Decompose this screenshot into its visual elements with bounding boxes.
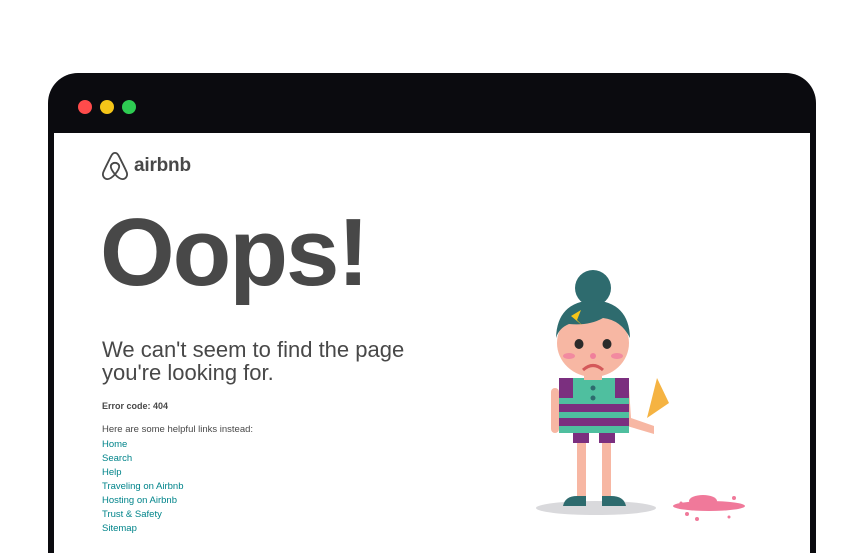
page-subtitle: We can't seem to find the page you're lo… [102, 337, 405, 385]
link-search[interactable]: Search [102, 453, 132, 464]
list-item: Help [102, 464, 184, 478]
helpful-links-list: Home Search Help Traveling on Airbnb Hos… [102, 436, 184, 534]
logo-wordmark: airbnb [134, 155, 191, 176]
link-hosting[interactable]: Hosting on Airbnb [102, 495, 177, 506]
airbnb-belo-icon [102, 151, 128, 181]
link-trust-safety[interactable]: Trust & Safety [102, 509, 162, 520]
minimize-window-button[interactable] [100, 100, 114, 114]
airbnb-logo-link[interactable]: airbnb [101, 151, 191, 181]
list-item: Sitemap [102, 520, 184, 534]
browser-window: airbnb Oops! We can't seem to find the p… [48, 73, 816, 553]
list-item: Hosting on Airbnb [102, 492, 184, 506]
list-item: Trust & Safety [102, 506, 184, 520]
helpful-links-intro: Here are some helpful links instead: [102, 424, 254, 435]
page-viewport: airbnb Oops! We can't seem to find the p… [54, 133, 810, 553]
close-window-button[interactable] [78, 100, 92, 114]
error-code: Error code: 404 [102, 401, 169, 411]
list-item: Home [102, 436, 184, 450]
link-home[interactable]: Home [102, 439, 127, 450]
link-traveling[interactable]: Traveling on Airbnb [102, 481, 184, 492]
link-sitemap[interactable]: Sitemap [102, 523, 137, 534]
page-title: Oops! [100, 199, 369, 306]
sad-girl-illustration [536, 270, 745, 521]
window-controls [78, 100, 136, 114]
maximize-window-button[interactable] [122, 100, 136, 114]
link-help[interactable]: Help [102, 467, 122, 478]
list-item: Search [102, 450, 184, 464]
list-item: Traveling on Airbnb [102, 478, 184, 492]
